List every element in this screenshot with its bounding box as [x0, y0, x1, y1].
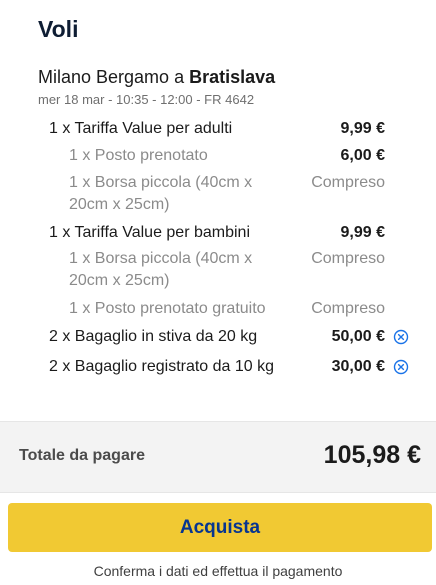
line-label: 1 x Borsa piccola (40cm x 20cm x 25cm) [69, 174, 253, 213]
remove-circle-icon[interactable] [393, 359, 409, 375]
route-origin: Milano Bergamo a [38, 67, 190, 87]
flight-route: Milano Bergamo a Bratislava [38, 67, 275, 88]
line-label: 1 x Borsa piccola (40cm x 20cm x 25cm) [69, 250, 253, 289]
line-label: 1 x Posto prenotato gratuito [69, 300, 266, 317]
line-price: 50,00 € [331, 328, 385, 345]
line-price: Compreso [311, 300, 385, 317]
line-price: 9,99 € [340, 224, 385, 241]
line-label: 1 x Tariffa Value per bambini [49, 224, 251, 241]
buy-button[interactable]: Acquista [8, 503, 432, 552]
line-label: 1 x Tariffa Value per adulti [49, 120, 233, 137]
line-price: 9,99 € [340, 120, 385, 137]
flight-meta: mer 18 mar - 10:35 - 12:00 - FR 4642 [38, 92, 255, 107]
line-price: 30,00 € [331, 358, 385, 375]
line-label: 2 x Bagaglio in stiva da 20 kg [49, 328, 258, 345]
line-price: 6,00 € [340, 147, 385, 164]
total-bar: Totale da pagare 105,98 € [0, 421, 436, 493]
line-price: Compreso [311, 250, 385, 267]
total-label: Totale da pagare [19, 447, 145, 464]
line-label: 1 x Posto prenotato [69, 147, 208, 164]
page-title: Voli [38, 16, 79, 42]
remove-circle-icon[interactable] [393, 329, 409, 345]
line-price: Compreso [311, 174, 385, 191]
route-destination: Bratislava [189, 67, 276, 87]
total-amount: 105,98 € [323, 441, 421, 469]
confirm-note: Conferma i dati ed effettua il pagamento [93, 563, 343, 579]
line-label: 2 x Bagaglio registrato da 10 kg [49, 358, 275, 375]
